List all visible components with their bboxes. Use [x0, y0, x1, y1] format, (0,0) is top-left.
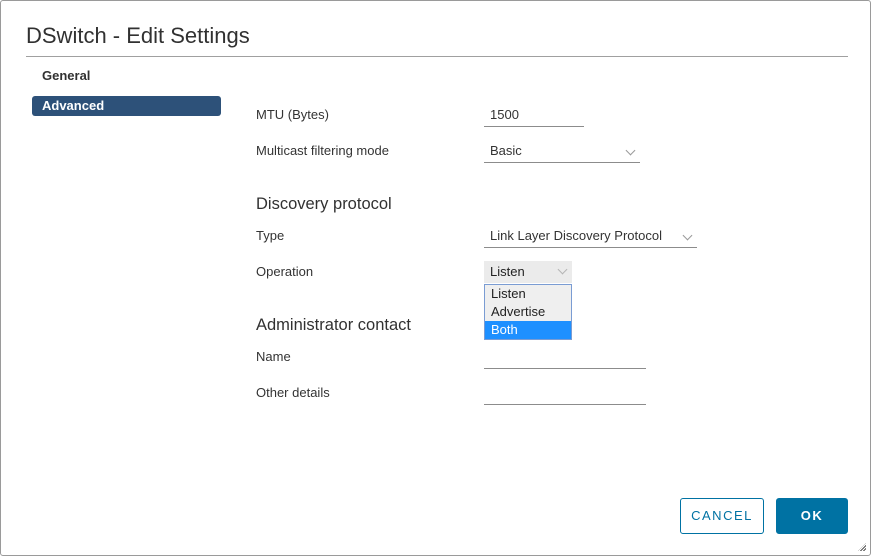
title-divider	[26, 56, 848, 57]
multicast-select[interactable]: Basic	[484, 141, 640, 163]
type-select-value: Link Layer Discovery Protocol	[490, 228, 662, 243]
discovery-protocol-heading: Discovery protocol	[256, 195, 392, 213]
nav-item-advanced[interactable]: Advanced	[32, 96, 221, 116]
other-details-input[interactable]	[484, 383, 646, 405]
name-input[interactable]	[484, 347, 646, 369]
mtu-input[interactable]: 1500	[484, 105, 584, 127]
edit-settings-dialog: DSwitch - Edit Settings General Advanced…	[0, 0, 871, 556]
cancel-button[interactable]: CANCEL	[680, 498, 764, 534]
ok-button[interactable]: OK	[776, 498, 848, 534]
chevron-down-icon	[682, 230, 693, 241]
type-label: Type	[256, 228, 285, 243]
name-label: Name	[256, 349, 291, 364]
operation-option-advertise[interactable]: Advertise	[485, 303, 571, 321]
other-details-label: Other details	[256, 385, 330, 400]
chevron-down-icon	[557, 264, 568, 275]
dialog-title: DSwitch - Edit Settings	[26, 23, 250, 48]
chevron-down-icon	[625, 145, 636, 156]
mtu-label: MTU (Bytes)	[256, 107, 329, 122]
multicast-label: Multicast filtering mode	[256, 143, 389, 158]
operation-label: Operation	[256, 264, 314, 279]
operation-option-listen[interactable]: Listen	[485, 285, 571, 303]
operation-option-both[interactable]: Both	[485, 321, 571, 339]
nav-item-general[interactable]: General	[32, 66, 221, 86]
multicast-select-value: Basic	[490, 143, 522, 158]
administrator-contact-heading: Administrator contact	[256, 316, 411, 334]
operation-dropdown-list: Listen Advertise Both	[484, 284, 572, 340]
resize-handle-icon[interactable]	[858, 543, 866, 551]
operation-select[interactable]: Listen	[484, 261, 572, 283]
operation-select-value: Listen	[490, 264, 525, 279]
type-select[interactable]: Link Layer Discovery Protocol	[484, 226, 697, 248]
